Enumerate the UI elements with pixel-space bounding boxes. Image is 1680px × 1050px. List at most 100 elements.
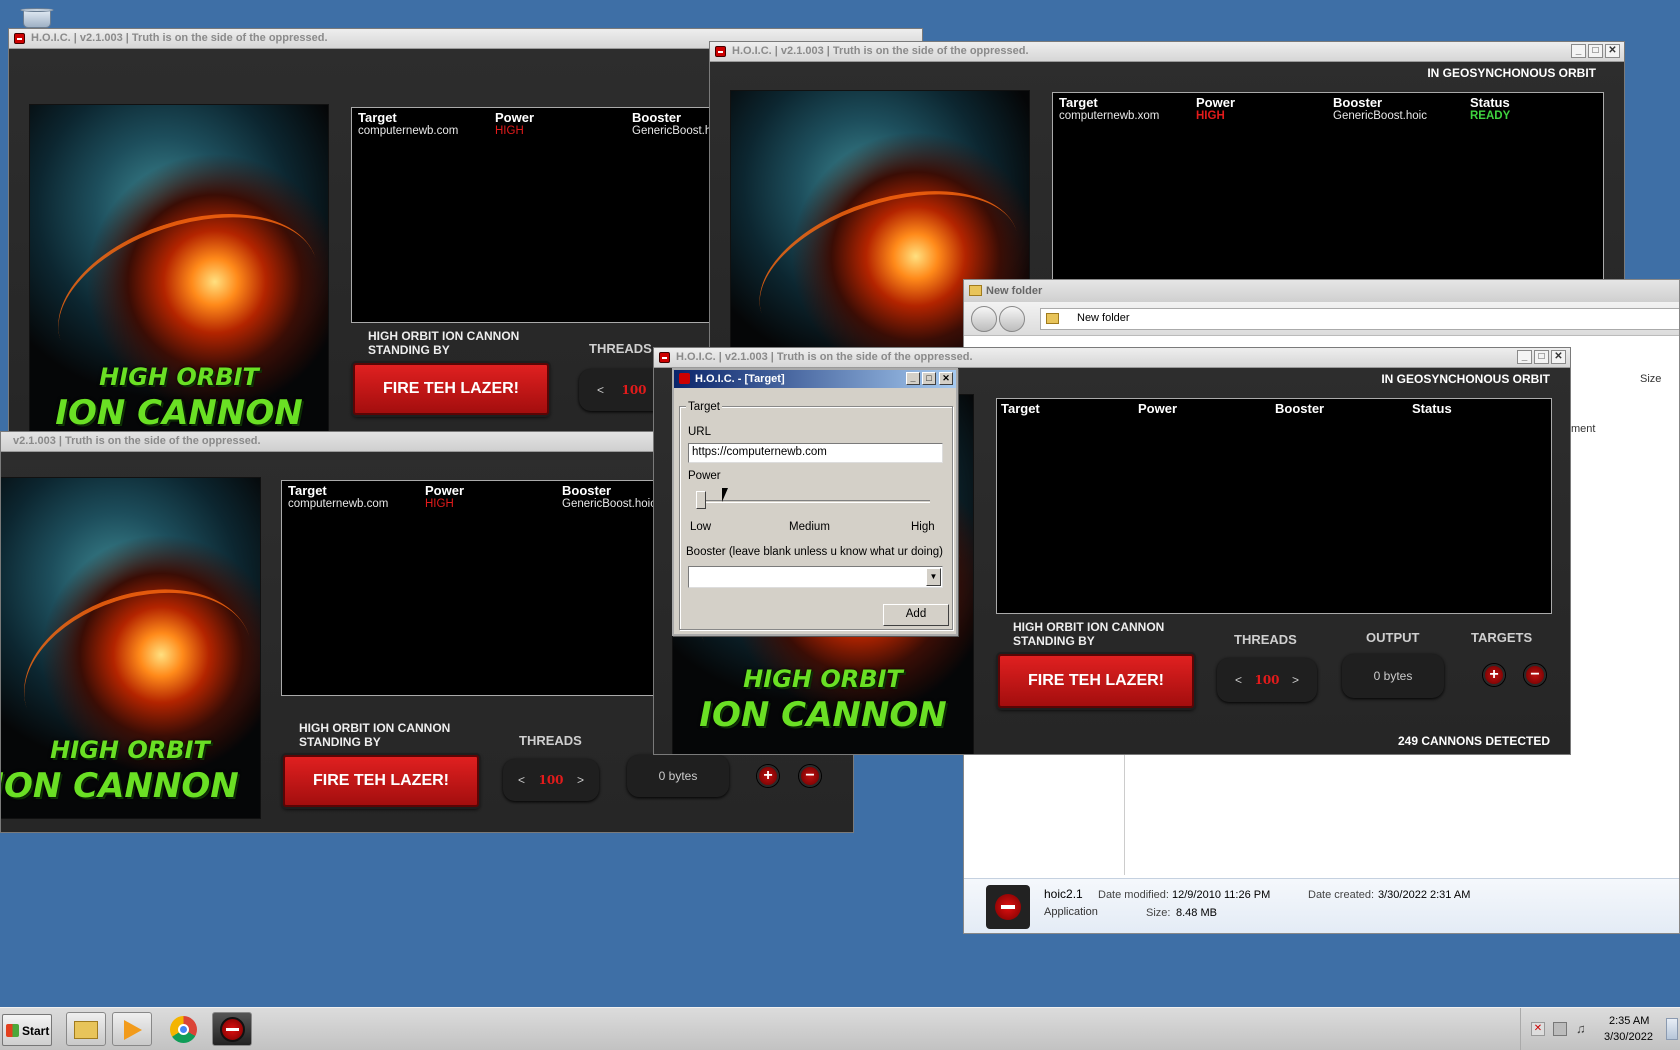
- power-slider-thumb[interactable]: [696, 491, 706, 509]
- window-title: v2.1.003 | Truth is on the side of the o…: [13, 435, 261, 447]
- logo-line-1: HIGH ORBIT: [99, 363, 259, 391]
- column-header-size[interactable]: Size: [1640, 373, 1661, 385]
- col-status: Status: [1412, 401, 1452, 416]
- close-button[interactable]: ✕: [1551, 350, 1566, 364]
- explorer-title-bar[interactable]: New folder: [964, 280, 1679, 302]
- threads-label: THREADS: [589, 341, 652, 356]
- output-value: 0 bytes: [1373, 669, 1413, 683]
- row-booster: GenericBoost.hoic: [1333, 110, 1427, 122]
- show-desktop-button[interactable]: [1666, 1018, 1678, 1040]
- threads-increment[interactable]: >: [577, 773, 584, 787]
- minimize-button[interactable]: _: [1571, 44, 1586, 58]
- maximize-button[interactable]: □: [1534, 350, 1549, 364]
- remove-target-button[interactable]: −: [799, 765, 821, 787]
- output-display: 0 bytes: [1342, 654, 1444, 698]
- forward-button[interactable]: [999, 306, 1025, 332]
- title-bar[interactable]: H.O.I.C. | v2.1.003 | Truth is on the si…: [654, 348, 1570, 368]
- status-text: HIGH ORBIT ION CANNON STANDING BY: [1013, 620, 1165, 648]
- col-power: Power: [1196, 95, 1236, 110]
- row-power: HIGH: [1196, 110, 1225, 122]
- breadcrumb-folder-icon: [1046, 313, 1059, 324]
- minimize-button[interactable]: _: [1517, 350, 1532, 364]
- booster-label: Booster (leave blank unless u know what …: [686, 546, 943, 558]
- col-power: Power: [425, 483, 465, 498]
- booster-select[interactable]: [688, 566, 943, 588]
- row-target[interactable]: computernewb.com: [288, 498, 388, 510]
- power-slider-track[interactable]: [700, 500, 930, 503]
- add-target-button[interactable]: +: [1483, 664, 1505, 686]
- maximize-button[interactable]: □: [1588, 44, 1603, 58]
- row-power: HIGH: [425, 498, 454, 510]
- window-title: H.O.I.C. | v2.1.003 | Truth is on the si…: [31, 32, 328, 44]
- fire-button[interactable]: FIRE TEH LAZER!: [353, 363, 549, 415]
- hoic-icon[interactable]: [212, 1012, 252, 1046]
- logo-line-2: ION CANNON: [55, 393, 303, 433]
- row-target[interactable]: computernewb.com: [358, 125, 458, 137]
- targets-label: TARGETS: [1471, 630, 1533, 645]
- close-button[interactable]: ✕: [1605, 44, 1620, 58]
- fire-button[interactable]: FIRE TEH LAZER!: [998, 654, 1194, 708]
- mouse-cursor-icon: [722, 488, 728, 502]
- cannon-artwork: HIGH ORBIT ION CANNON: [29, 104, 329, 433]
- action-center-icon[interactable]: ✕: [1531, 1022, 1545, 1036]
- start-label: Start: [22, 1024, 50, 1038]
- status-text: HIGH ORBIT ION CANNON STANDING BY: [299, 721, 451, 749]
- taskbar: Start ✕ ♫ 2:35 AM 3/30/2022: [0, 1007, 1680, 1050]
- recycle-bin-icon[interactable]: [20, 6, 54, 28]
- app-icon: [715, 46, 726, 57]
- app-icon: [659, 352, 670, 363]
- add-button[interactable]: Add: [883, 604, 949, 626]
- clock-time[interactable]: 2:35 AM: [1609, 1015, 1649, 1027]
- media-player-icon[interactable]: [112, 1012, 152, 1046]
- threads-value: 100: [1254, 673, 1280, 687]
- row-status: READY: [1470, 110, 1511, 122]
- threads-label: THREADS: [519, 733, 582, 748]
- col-power: Power: [1138, 401, 1178, 416]
- size-label: Size:: [1146, 907, 1171, 919]
- remove-target-button[interactable]: −: [1524, 664, 1546, 686]
- clock-date[interactable]: 3/30/2022: [1604, 1031, 1653, 1043]
- hoic-file-icon: [986, 885, 1030, 929]
- title-bar[interactable]: H.O.I.C. | v2.1.003 | Truth is on the si…: [710, 42, 1624, 62]
- cannon-artwork: HIGH ORBIT ION CANNON: [0, 477, 261, 819]
- system-tray: ✕ ♫ 2:35 AM 3/30/2022: [1520, 1008, 1680, 1050]
- logo-line-2: ION CANNON: [0, 766, 239, 806]
- chrome-icon[interactable]: [164, 1012, 204, 1046]
- dialog-close-button[interactable]: ✕: [939, 372, 953, 385]
- fire-button[interactable]: FIRE TEH LAZER!: [283, 755, 479, 807]
- dropdown-arrow-icon[interactable]: ▼: [926, 568, 941, 586]
- start-button[interactable]: Start: [2, 1014, 52, 1046]
- output-label: OUTPUT: [1366, 630, 1420, 645]
- row-target[interactable]: computernewb.xom: [1059, 110, 1159, 122]
- col-target: Target: [358, 110, 397, 125]
- status-text: HIGH ORBIT ION CANNON STANDING BY: [368, 329, 520, 357]
- volume-icon[interactable]: ♫: [1576, 1022, 1590, 1036]
- col-booster: Booster: [632, 110, 682, 125]
- url-input[interactable]: https://computernewb.com: [688, 443, 943, 463]
- target-list[interactable]: Target Power Booster Status: [996, 398, 1552, 614]
- col-power: Power: [495, 110, 535, 125]
- breadcrumb-item[interactable]: New folder: [1077, 312, 1130, 324]
- dialog-title: H.O.I.C. - [Target]: [695, 373, 785, 385]
- folder-icon: [969, 285, 982, 296]
- breadcrumb[interactable]: New folder: [1040, 308, 1679, 330]
- power-high-label: High: [911, 521, 935, 533]
- modified-label: Date modified:: [1098, 889, 1169, 901]
- col-booster: Booster: [1275, 401, 1325, 416]
- col-target: Target: [288, 483, 327, 498]
- power-low-label: Low: [690, 521, 712, 533]
- threads-stepper: < 100 >: [503, 759, 599, 801]
- explorer-icon[interactable]: [66, 1012, 106, 1046]
- target-list[interactable]: Target Power Booster computernewb.com HI…: [281, 480, 681, 696]
- logo-line-2: ION CANNON: [699, 695, 947, 735]
- threads-increment[interactable]: >: [1292, 673, 1299, 687]
- add-target-button[interactable]: +: [757, 765, 779, 787]
- back-button[interactable]: [971, 306, 997, 332]
- network-icon[interactable]: [1553, 1022, 1567, 1036]
- dialog-maximize-button[interactable]: □: [922, 372, 936, 385]
- row-power: HIGH: [495, 125, 524, 137]
- dialog-title-bar[interactable]: H.O.I.C. - [Target] _ □ ✕: [674, 370, 956, 388]
- window-title: H.O.I.C. | v2.1.003 | Truth is on the si…: [732, 45, 1029, 57]
- dialog-minimize-button[interactable]: _: [906, 372, 920, 385]
- logo-line-1: HIGH ORBIT: [743, 665, 903, 693]
